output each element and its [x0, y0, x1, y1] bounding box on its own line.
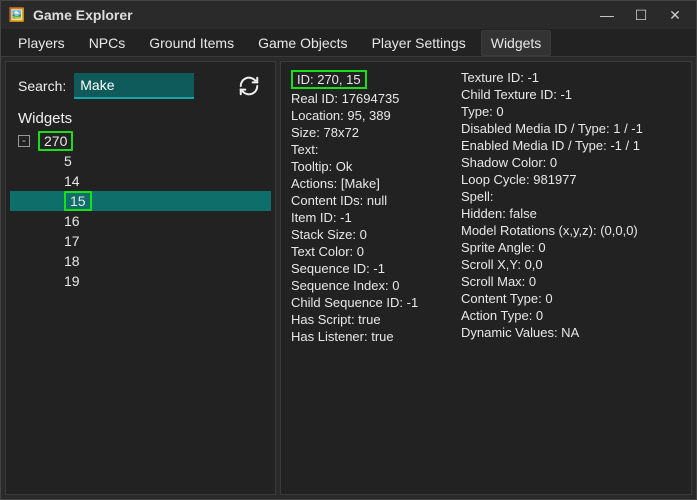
property-row: Scroll Max: 0	[461, 274, 681, 289]
property-row: Loop Cycle: 981977	[461, 172, 681, 187]
details-col-1: ID: 270, 15 Real ID: 17694735 Location: 95…	[291, 70, 451, 344]
tree-child-node[interactable]: 16	[10, 211, 271, 231]
maximize-button[interactable]: ☐	[628, 7, 654, 24]
property-row: Text:	[291, 142, 451, 157]
property-row: Actions: [Make]	[291, 176, 451, 191]
tree-root-label: 270	[38, 131, 73, 151]
property-row: Item ID: -1	[291, 210, 451, 225]
property-row: Stack Size: 0	[291, 227, 451, 242]
tree-child-node[interactable]: 14	[10, 171, 271, 191]
property-row: Type: 0	[461, 104, 681, 119]
property-row: Sequence Index: 0	[291, 278, 451, 293]
tab-players[interactable]: Players	[9, 31, 74, 55]
property-row: Size: 78x72	[291, 125, 451, 140]
titlebar: 🖼️ Game Explorer ― ☐ ✕	[1, 1, 696, 29]
property-row: Tooltip: Ok	[291, 159, 451, 174]
tree-header: Widgets	[10, 110, 271, 131]
property-row: Child Sequence ID: -1	[291, 295, 451, 310]
refresh-button[interactable]	[235, 72, 263, 100]
property-row: Disabled Media ID / Type: 1 / -1	[461, 121, 681, 136]
close-button[interactable]: ✕	[662, 7, 688, 24]
tree-child-label: 15	[64, 191, 92, 211]
property-row: Spell:	[461, 189, 681, 204]
property-row: Sequence ID: -1	[291, 261, 451, 276]
property-row: Child Texture ID: -1	[461, 87, 681, 102]
tab-player-settings[interactable]: Player Settings	[363, 31, 475, 55]
property-row: Scroll X,Y: 0,0	[461, 257, 681, 272]
window-title: Game Explorer	[33, 7, 133, 23]
search-label: Search:	[18, 78, 66, 94]
property-row: Real ID: 17694735	[291, 91, 451, 106]
property-row: Enabled Media ID / Type: -1 / 1	[461, 138, 681, 153]
refresh-icon	[238, 75, 260, 97]
sidebar: Search: Widgets -2705141516171819	[5, 61, 276, 495]
tab-bar: PlayersNPCsGround ItemsGame Objects Playe…	[1, 29, 696, 57]
tree-root-node[interactable]: -270	[10, 131, 271, 151]
property-row: Has Script: true	[291, 312, 451, 327]
property-row: Shadow Color: 0	[461, 155, 681, 170]
tab-game-objects[interactable]: Game Objects	[249, 31, 356, 55]
minimize-button[interactable]: ―	[594, 7, 620, 23]
tree-child-node[interactable]: 5	[10, 151, 271, 171]
expander-icon[interactable]: -	[18, 135, 30, 147]
widget-tree[interactable]: -2705141516171819	[10, 131, 271, 488]
details-col-2: Texture ID: -1 Child Texture ID: -1 Type: …	[461, 70, 681, 344]
property-row: Text Color: 0	[291, 244, 451, 259]
property-row: Dynamic Values: NA	[461, 325, 681, 340]
property-row: Texture ID: -1	[461, 70, 681, 85]
tree-child-node[interactable]: 19	[10, 271, 271, 291]
search-input[interactable]	[74, 73, 194, 99]
property-row: Has Listener: true	[291, 329, 451, 344]
content: Search: Widgets -2705141516171819 ID: 27…	[1, 57, 696, 499]
app-icon: 🖼️	[9, 7, 25, 23]
property-row: Location: 95, 389	[291, 108, 451, 123]
tree-child-node[interactable]: 17	[10, 231, 271, 251]
property-row: Content Type: 0	[461, 291, 681, 306]
tab-npcs[interactable]: NPCs	[80, 31, 135, 55]
property-row: Model Rotations (x,y,z): (0,0,0)	[461, 223, 681, 238]
search-row: Search:	[10, 68, 271, 110]
tab-widgets[interactable]: Widgets	[481, 30, 552, 56]
tree-child-node[interactable]: 18	[10, 251, 271, 271]
property-row: Hidden: false	[461, 206, 681, 221]
property-row: Content IDs: null	[291, 193, 451, 208]
tree-child-node[interactable]: 15	[10, 191, 271, 211]
property-row: ID: 270, 15	[291, 70, 367, 89]
property-row: Sprite Angle: 0	[461, 240, 681, 255]
tab-ground-items[interactable]: Ground Items	[140, 31, 243, 55]
property-row: Action Type: 0	[461, 308, 681, 323]
details-panel: ID: 270, 15 Real ID: 17694735 Location: 95…	[280, 61, 692, 495]
